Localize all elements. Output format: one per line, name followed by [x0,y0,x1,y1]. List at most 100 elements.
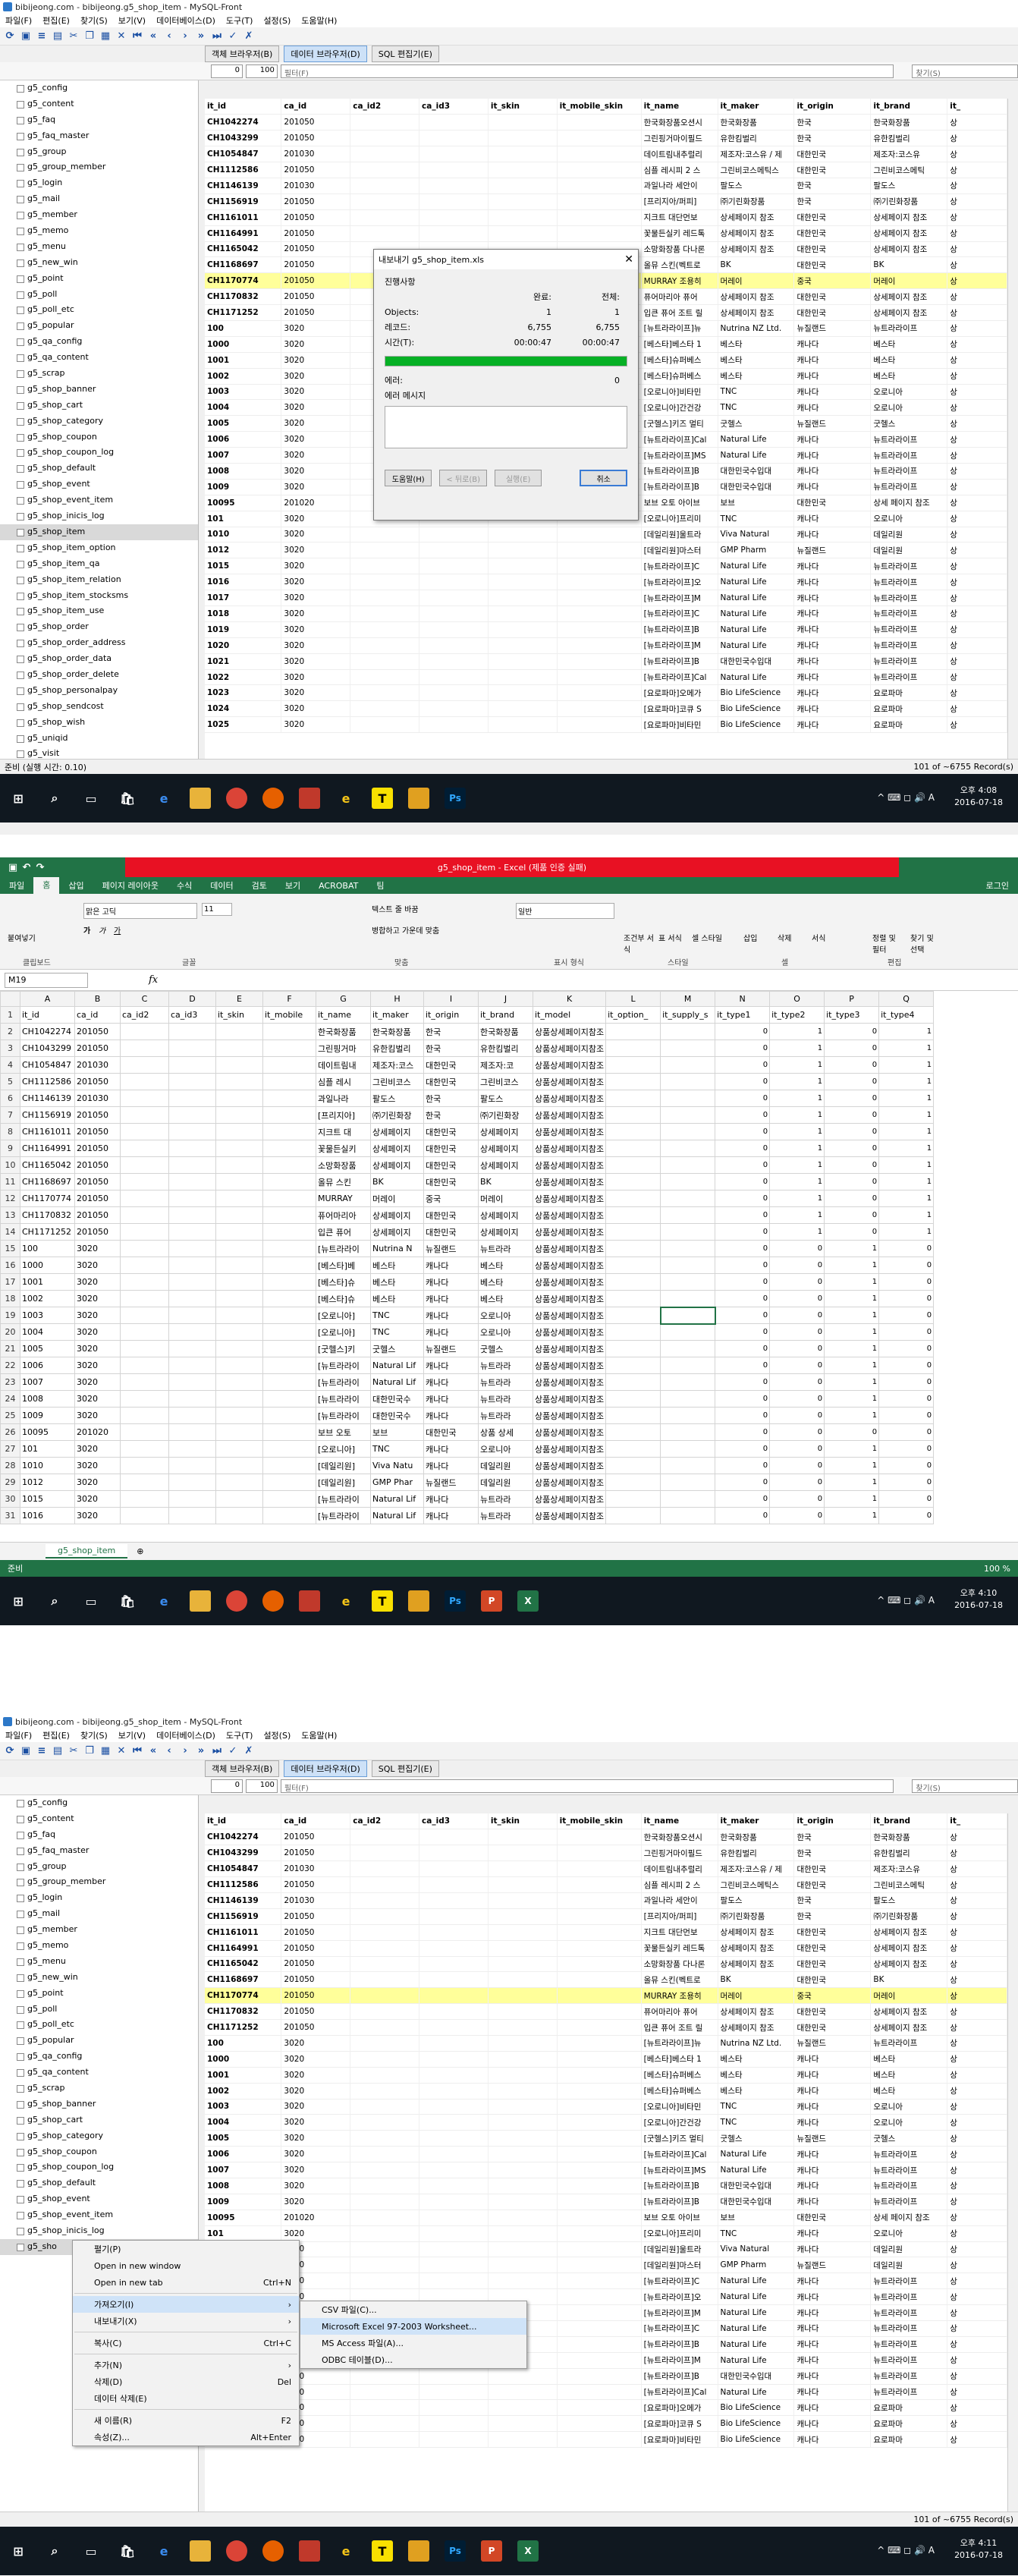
print-icon[interactable]: ▤ [51,1744,64,1758]
row-header[interactable]: 26 [0,1423,20,1441]
tree-item[interactable]: g5_shop_event_item [0,2207,198,2223]
grid-cell[interactable]: 요로파마 [870,2399,948,2417]
sheet-cell[interactable] [120,1106,169,1124]
tree-item[interactable]: g5_config [0,80,198,96]
grid-cell[interactable]: 상 [947,684,1007,702]
grid-cell[interactable] [419,209,489,226]
font-size-select[interactable]: 11 [202,903,232,916]
sheet-cell[interactable] [262,1240,316,1257]
store-icon[interactable]: 🛍 [117,788,138,809]
sheet-cell[interactable]: 201020 [74,1423,121,1441]
grid-cell[interactable]: 201050 [281,288,351,306]
grid-cell[interactable] [557,2210,642,2226]
sheet-cell[interactable]: 0 [769,1340,825,1357]
grid-cell[interactable]: [오로니아]비타민 [641,2099,718,2115]
grid-cell[interactable]: 상 [947,574,1007,591]
grid-cell[interactable] [419,2272,489,2290]
grid-cell[interactable]: 캐나다 [793,700,872,718]
grid-cell[interactable]: 3020 [281,384,351,401]
sheet-cell[interactable]: 0 [715,1340,771,1357]
delete-icon[interactable]: ✕ [115,1744,128,1758]
sheet-cell[interactable] [120,1323,169,1341]
grid-cell[interactable] [557,2035,642,2052]
tree-item[interactable]: g5_shop_banner [0,382,198,398]
sheet-cell[interactable]: 0 [878,1407,935,1424]
sheet-cell[interactable] [215,1223,263,1241]
sheet-cell[interactable]: CH1171252 [20,1223,75,1241]
close-icon[interactable]: ✕ [624,253,633,266]
sheet-cell[interactable]: 1 [769,1056,825,1074]
grid-cell[interactable]: 데이트림내추럴리 [641,146,718,163]
grid-cell[interactable] [557,178,642,194]
grid-cell[interactable]: 상세페이지 참조 [870,1940,948,1957]
sheet-cell[interactable]: 데일리원 [478,1474,533,1491]
sheet-cell[interactable] [262,1123,316,1140]
grid-cell[interactable] [350,669,420,686]
grid-cell[interactable]: 상세페이지 참조 [718,1924,795,1941]
sheet-cell[interactable]: CH1043299 [20,1040,75,1057]
grid-cell[interactable] [488,1987,558,2005]
grid-cell[interactable]: 1001 [205,2067,282,2084]
sheet-cell[interactable]: 0 [715,1023,771,1040]
sheet-cell[interactable] [660,1240,716,1257]
sheet-cell[interactable]: 1007 [20,1373,75,1391]
grid-cell[interactable] [350,225,420,242]
sheet-cell[interactable] [168,1290,216,1307]
grid-cell[interactable]: ㈜기린화장품 [718,193,795,210]
sheet-cell[interactable] [215,1290,263,1307]
login-link[interactable]: 로그인 [977,879,1018,892]
table-row[interactable]: 10103020[데일리원]울트라Viva Natural캐나다데일리원상 [205,2241,1007,2258]
column-header[interactable]: it_name [641,99,718,115]
grid-cell[interactable]: 상 [947,130,1007,147]
grid-cell[interactable]: 팔도스 [870,178,948,194]
sheet-cell[interactable] [168,1474,216,1491]
grid-cell[interactable]: 뉴트라라이프 [870,2288,948,2306]
sheet-cell[interactable]: 0 [824,1206,880,1224]
table-row[interactable]: CH1165042 201050 소망화장품 다나론 상세페이지 참조 대한민국 상세페이… [205,1956,1007,1973]
table-row[interactable]: 10203020[뉴트라라이프]MNatural Life캐나다뉴트라라이프상 [205,637,1007,654]
sheet-cell[interactable]: 데이트림내 [316,1056,371,1074]
table-row[interactable]: CH1146139 201030 과일나라 세안이 팔도스 한국 팔도스 상 [205,1892,1007,1909]
sheet-cell[interactable]: 0 [715,1307,771,1324]
sheet-cell[interactable]: 상품상세페이지참조 [532,1407,607,1424]
table-row[interactable]: 100 3020 [뉴트라라이프]뉴 Nutrina NZ Ltd. 뉴질랜드 뉴트라라이… [205,2035,1007,2052]
grid-cell[interactable]: 1009 [205,2194,282,2210]
sheet-cell[interactable] [605,1490,661,1508]
grid-cell[interactable]: 뉴질랜드 [793,2130,872,2147]
app-icon[interactable] [299,2540,320,2562]
grid-cell[interactable] [557,1829,642,1846]
copy-icon[interactable]: ❐ [83,1744,96,1758]
grid-cell[interactable]: CH1161011 [205,1924,282,1941]
sheet-cell[interactable] [262,1490,316,1508]
grid-cell[interactable]: 상 [947,256,1007,274]
grid-cell[interactable] [557,1892,642,1909]
grid-cell[interactable]: 상 [947,669,1007,686]
sheet-cell[interactable]: 1 [878,1140,935,1157]
grid-cell[interactable] [488,1940,558,1957]
grid-cell[interactable]: 유한킴벌리 [718,130,795,147]
grid-cell[interactable]: 소망화장품 다나론 [641,241,718,258]
grid-cell[interactable] [557,2431,642,2449]
grid-cell[interactable]: [뉴트라라이프]뉴 [641,2035,718,2052]
grid-cell[interactable]: 뉴트라라이프 [870,2035,948,2052]
grid-cell[interactable] [350,2019,420,2036]
grid-cell[interactable] [488,2162,558,2178]
grid-cell[interactable]: 그린비코스메틱 [870,162,948,178]
firefox-icon[interactable] [262,788,284,809]
sheet-cell[interactable]: 3020 [74,1340,121,1357]
grid-cell[interactable]: TNC [718,2225,795,2242]
menu-view[interactable]: 보기(V) [113,1729,151,1741]
grid-cell[interactable]: [뉴트라라이프]C [641,558,718,575]
row-header[interactable]: 11 [0,1173,20,1190]
grid-cell[interactable]: 베스타 [718,2051,795,2068]
sheet-cell[interactable]: 0 [824,1073,880,1090]
grid-cell[interactable] [488,2146,558,2163]
sheet-cell[interactable]: 0 [769,1507,825,1524]
table-row[interactable]: 10233020[요로파마]오메가Bio LifeScience캐나다요로파마상 [205,684,1007,702]
sheet-cell[interactable]: 1 [878,1106,935,1124]
sheet-cell[interactable] [660,1123,716,1140]
grid-cell[interactable]: GMP Pharm [718,542,795,559]
grid-cell[interactable]: 보브 [718,495,795,511]
tree-item[interactable]: g5_qa_config [0,334,198,350]
tree-item[interactable]: g5_group [0,144,198,160]
